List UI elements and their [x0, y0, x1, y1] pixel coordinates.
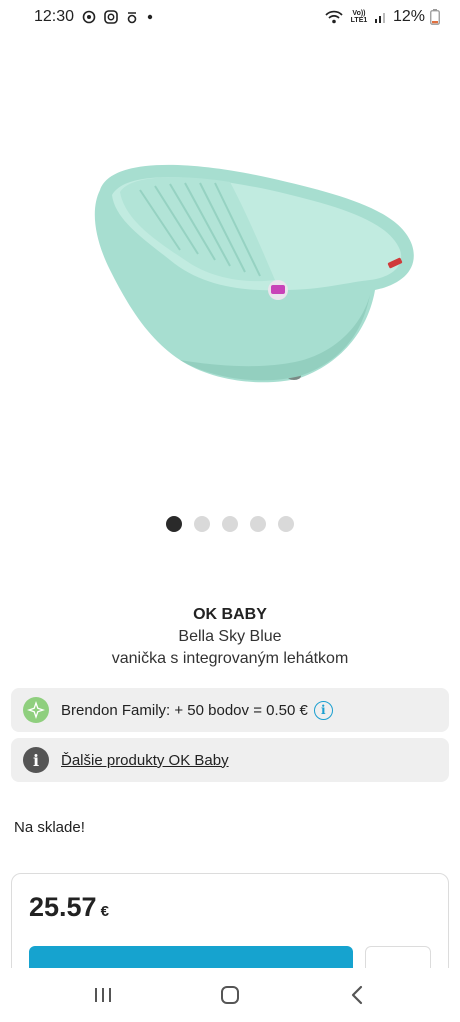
price-value: 25.57 [29, 892, 97, 922]
price-card: 25.57 € [11, 873, 449, 983]
home-button[interactable] [200, 975, 260, 1015]
more-products-box[interactable]: i Ďalšie produkty OK Baby [11, 738, 449, 782]
home-icon [220, 986, 239, 1004]
more-notifications-icon [146, 13, 154, 21]
battery-icon [430, 9, 440, 25]
battery-percent: 12% [392, 8, 425, 25]
info-icon[interactable]: i [313, 700, 333, 720]
product-name: Bella Sky Blue [178, 628, 282, 645]
instagram-icon [104, 10, 118, 24]
app-notification-icon [126, 10, 138, 24]
carousel-dot[interactable] [250, 516, 266, 532]
info-icon: i [23, 747, 49, 773]
system-nav-bar [0, 968, 460, 1022]
volte-icon: Vo)) LTE1 [350, 10, 368, 24]
baby-bathtub-image[interactable] [70, 150, 430, 390]
back-icon [351, 985, 362, 1005]
recent-apps-icon [95, 988, 112, 1002]
loyalty-points-box: Brendon Family: + 50 bodov = 0.50 € i [11, 688, 449, 732]
recent-apps-button[interactable] [73, 975, 133, 1015]
carousel-dot[interactable] [194, 516, 210, 532]
sparkle-star-icon [23, 697, 49, 723]
status-bar: 12:30 Vo)) LTE1 12% [0, 0, 460, 34]
status-time: 12:30 [34, 8, 75, 25]
sync-icon [82, 10, 96, 24]
price: 25.57 € [29, 892, 109, 923]
back-button[interactable] [327, 975, 387, 1015]
carousel-dot[interactable] [278, 516, 294, 532]
product-description: vanička s integrovaným lehátkom [111, 650, 349, 667]
more-products-link[interactable]: Ďalšie produkty OK Baby [61, 752, 229, 769]
carousel-dot[interactable] [166, 516, 182, 532]
stock-status: Na sklade! [14, 819, 85, 836]
carousel-dot[interactable] [222, 516, 238, 532]
wifi-icon [324, 9, 344, 25]
signal-icon [374, 10, 388, 24]
product-brand: OK BABY [193, 606, 267, 623]
image-carousel-indicator [0, 516, 460, 532]
price-currency: € [100, 903, 109, 920]
loyalty-points-text: Brendon Family: + 50 bodov = 0.50 € [61, 701, 308, 719]
